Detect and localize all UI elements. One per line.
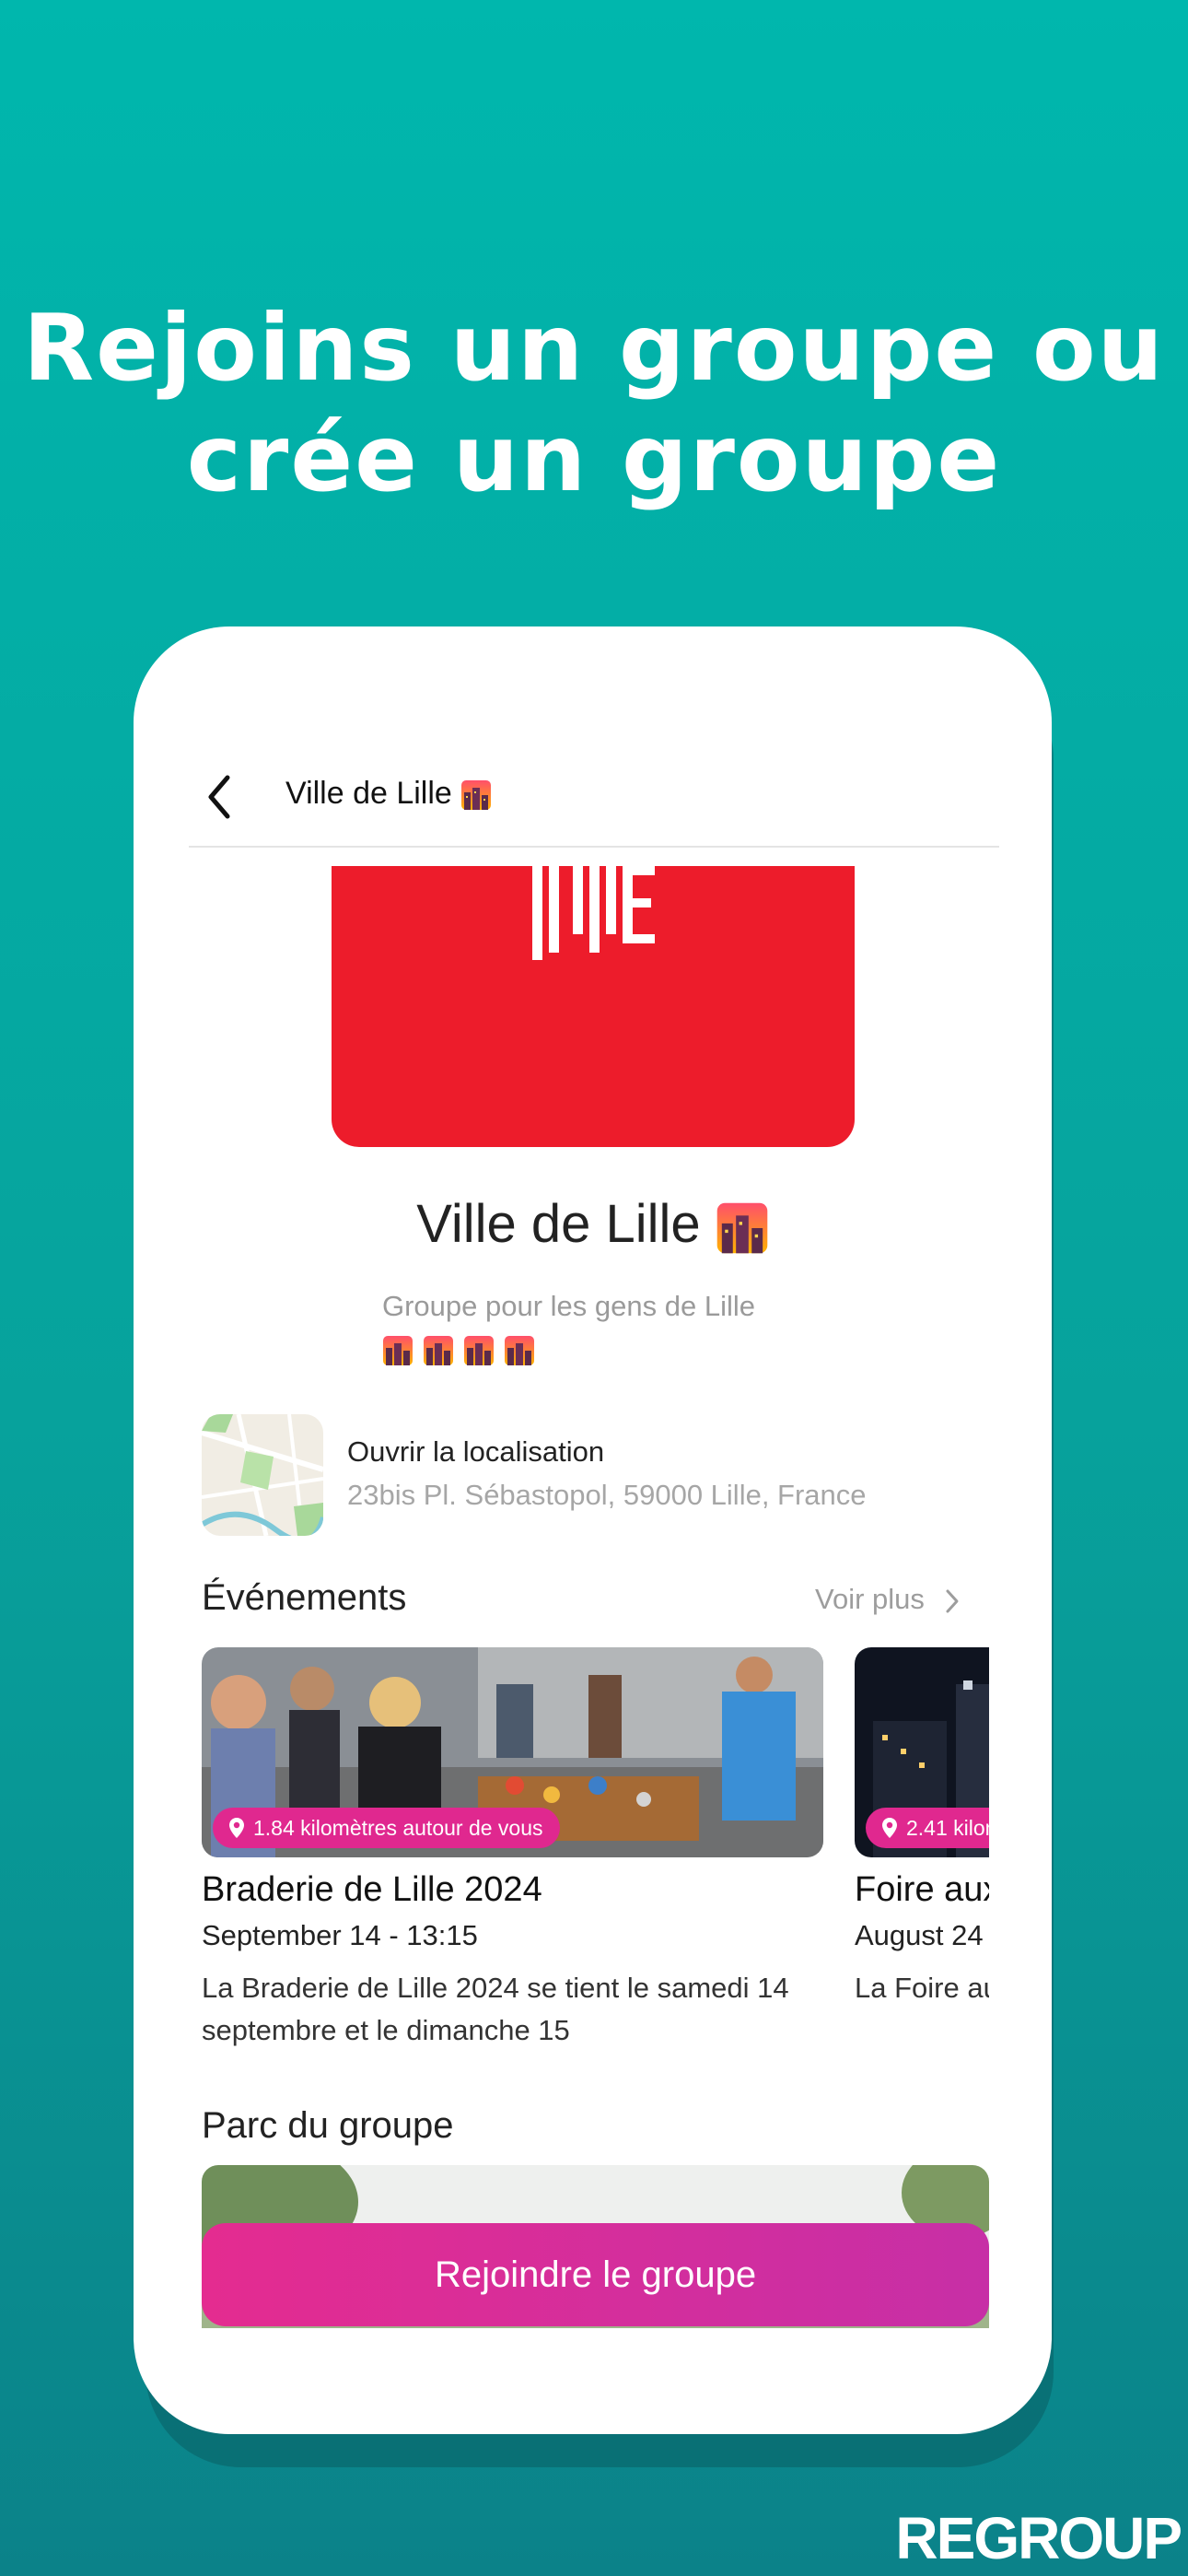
event-title: Foire aux	[855, 1870, 989, 1909]
group-name-text: Ville de Lille	[416, 1194, 701, 1254]
join-group-button[interactable]: Rejoindre le groupe	[202, 2223, 989, 2326]
location-address: 23bis Pl. Sébastopol, 59000 Lille, Franc…	[347, 1479, 867, 1511]
group-description-emojis	[382, 1334, 539, 1371]
cityscape-sunset-emoji-row	[383, 1336, 534, 1365]
location-pin-icon	[229, 1818, 244, 1838]
map-thumbnail[interactable]	[202, 1414, 323, 1536]
cityscape-sunset-emoji	[461, 780, 492, 811]
distance-badge: 1.84 kilomètres autour de vous	[213, 1808, 560, 1848]
top-bar-title-text: Ville de Lille	[285, 776, 452, 811]
event-image: 2.41 kilomètres autour de vous	[855, 1647, 989, 1857]
headline: Rejoins un groupe ou crée un groupe	[0, 293, 1188, 514]
event-excerpt: La Foire aux s'installant	[855, 1972, 989, 2004]
see-more-button[interactable]: Voir plus	[815, 1583, 962, 1616]
event-card[interactable]: 2.41 kilomètres autour de vous Foire aux…	[855, 1647, 989, 2009]
chevron-left-icon	[208, 775, 230, 819]
park-section-title: Parc du groupe	[202, 2105, 454, 2146]
distance-badge: 2.41 kilomètres autour de vous	[866, 1808, 989, 1848]
event-card[interactable]: 1.84 kilomètres autour de vous Braderie …	[202, 1647, 823, 2052]
headline-line-1: Rejoins un groupe ou	[23, 294, 1165, 402]
cityscape-sunset-emoji	[716, 1202, 768, 1253]
event-excerpt: La Braderie de Lille 2024 se tient le sa…	[202, 1972, 789, 2046]
top-bar: Ville de Lille	[189, 765, 999, 848]
map-icon	[202, 1414, 323, 1536]
event-image: 1.84 kilomètres autour de vous	[202, 1647, 823, 1857]
regroup-logo: REGROUP	[895, 2505, 1182, 2571]
event-title: Braderie de Lille 2024	[202, 1870, 542, 1909]
group-name: Ville de Lille	[134, 1193, 1052, 1255]
group-cover-image	[332, 866, 855, 1147]
top-bar-title: Ville de Lille	[285, 776, 492, 812]
headline-line-2: crée un groupe	[186, 404, 1002, 512]
back-button[interactable]	[189, 765, 253, 829]
group-description: Groupe pour les gens de Lille	[382, 1290, 755, 1322]
events-carousel[interactable]: 1.84 kilomètres autour de vous Braderie …	[202, 1647, 989, 2080]
events-section-title: Événements	[202, 1577, 407, 1618]
distance-text: 2.41 kilomètres autour de vous	[906, 1815, 989, 1840]
location-pin-icon	[882, 1818, 897, 1838]
event-date: September 14 - 13:15	[202, 1919, 478, 1951]
lille-logo	[532, 866, 655, 960]
chevron-right-icon	[946, 1589, 959, 1613]
open-location-link[interactable]: Ouvrir la localisation	[347, 1435, 604, 1469]
see-more-label: Voir plus	[815, 1583, 925, 1615]
phone-mockup: Ville de Lille Ville de Lille Groupe pou…	[134, 626, 1052, 2434]
distance-text: 1.84 kilomètres autour de vous	[253, 1815, 543, 1840]
event-date: August 24	[855, 1919, 984, 1951]
